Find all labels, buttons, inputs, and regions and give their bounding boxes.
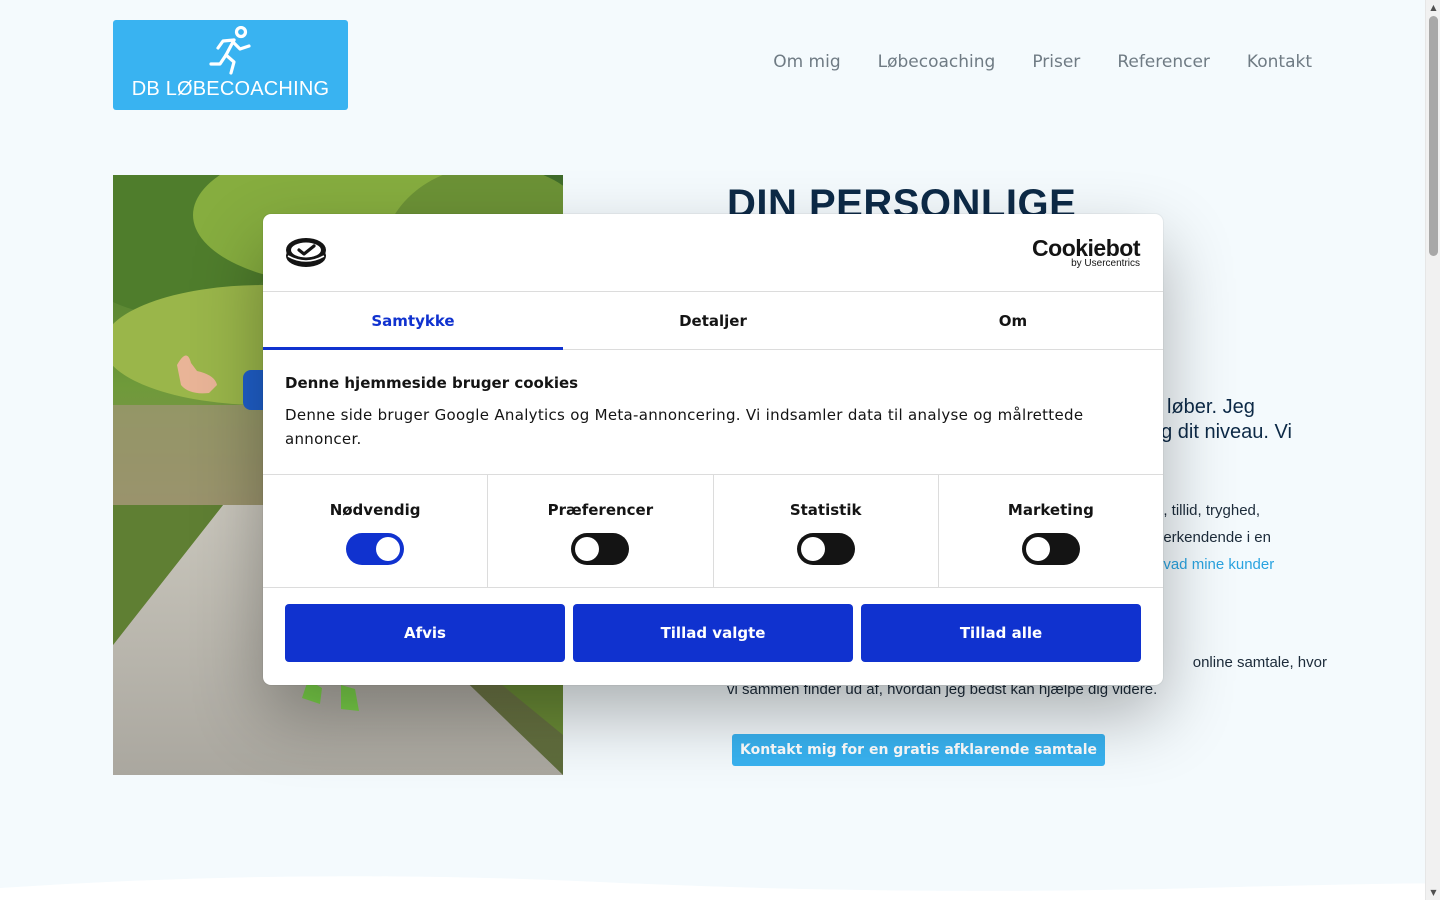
cookiebot-brand: Cookiebot by Usercentrics bbox=[1032, 236, 1140, 269]
toggle-label-marketing: Marketing bbox=[1007, 501, 1094, 519]
nav-referencer[interactable]: Referencer bbox=[1117, 52, 1210, 72]
nav-lobecoaching[interactable]: Løbecoaching bbox=[878, 52, 996, 72]
hero-body: d, tillid, tryghed, nerkendende i en hva… bbox=[1155, 497, 1274, 578]
toggle-marketing-switch[interactable] bbox=[1021, 533, 1080, 565]
tab-detaljer[interactable]: Detaljer bbox=[563, 292, 863, 349]
tab-om[interactable]: Om bbox=[863, 292, 1163, 349]
hero-lead-fragment-1: løber. Jeg bbox=[1167, 396, 1255, 418]
tab-samtykke[interactable]: Samtykke bbox=[263, 292, 563, 350]
nav-om-mig[interactable]: Om mig bbox=[773, 52, 840, 72]
toggle-cell-statistics: Statistik bbox=[714, 475, 939, 587]
site-logo[interactable]: DB LØBECOACHING bbox=[113, 20, 348, 110]
nav-kontakt[interactable]: Kontakt bbox=[1247, 52, 1312, 72]
hero-body-link[interactable]: hvad mine kunder bbox=[1155, 551, 1274, 578]
cookiebot-brand-name: Cookiebot bbox=[1032, 235, 1140, 261]
hero-body-line-1: d, tillid, tryghed, bbox=[1155, 502, 1261, 519]
contact-cta-button[interactable]: Kontakt mig for en gratis afklarende sam… bbox=[732, 734, 1105, 766]
cookie-dialog-actions: Afvis Tillad valgte Tillad alle bbox=[285, 604, 1141, 662]
cookie-dialog-tabs: Samtykke Detaljer Om bbox=[263, 292, 1163, 350]
scroll-down-arrow-icon[interactable]: ▼ bbox=[1426, 885, 1440, 900]
toggle-cell-marketing: Marketing bbox=[939, 475, 1163, 587]
cookiebot-logo-icon bbox=[286, 238, 326, 267]
bottom-wave-divider bbox=[0, 876, 1425, 900]
hero-body-line-2: nerkendende i en bbox=[1155, 529, 1271, 546]
cookie-description: Denne side bruger Google Analytics og Me… bbox=[285, 406, 1084, 448]
scroll-thumb[interactable] bbox=[1429, 16, 1438, 256]
nav-priser[interactable]: Priser bbox=[1032, 52, 1080, 72]
cookie-dialog-body: Denne hjemmeside bruger cookies Denne si… bbox=[285, 374, 1141, 451]
toggle-necessary-switch[interactable] bbox=[346, 533, 405, 565]
toggle-cell-preferences: Præferencer bbox=[488, 475, 714, 587]
toggle-preferences-switch[interactable] bbox=[571, 533, 630, 565]
main-nav: Om mig Løbecoaching Priser Referencer Ko… bbox=[773, 52, 1312, 72]
cookie-heading: Denne hjemmeside bruger cookies bbox=[285, 374, 579, 392]
scroll-up-arrow-icon[interactable]: ▲ bbox=[1426, 0, 1440, 15]
cookie-consent-dialog: Cookiebot by Usercentrics Samtykke Detal… bbox=[263, 214, 1163, 685]
cookie-category-toggles: Nødvendig Præferencer Statistik Marketin… bbox=[263, 474, 1163, 588]
toggle-label-preferences: Præferencer bbox=[547, 501, 654, 519]
reject-button[interactable]: Afvis bbox=[285, 604, 565, 662]
page-scrollbar[interactable]: ▲ ▼ bbox=[1425, 0, 1440, 900]
toggle-label-necessary: Nødvendig bbox=[329, 501, 421, 519]
toggle-statistics-switch[interactable] bbox=[796, 533, 855, 565]
toggle-label-statistics: Statistik bbox=[789, 501, 862, 519]
allow-selected-button[interactable]: Tillad valgte bbox=[573, 604, 853, 662]
toggle-cell-necessary: Nødvendig bbox=[263, 475, 489, 587]
runner-logo-icon bbox=[209, 26, 251, 75]
logo-text: DB LØBECOACHING bbox=[131, 78, 330, 100]
hero-lead-fragment-2: og dit niveau. Vi bbox=[1150, 421, 1292, 443]
allow-all-button[interactable]: Tillad alle bbox=[861, 604, 1141, 662]
cookie-dialog-header: Cookiebot by Usercentrics bbox=[263, 214, 1163, 292]
